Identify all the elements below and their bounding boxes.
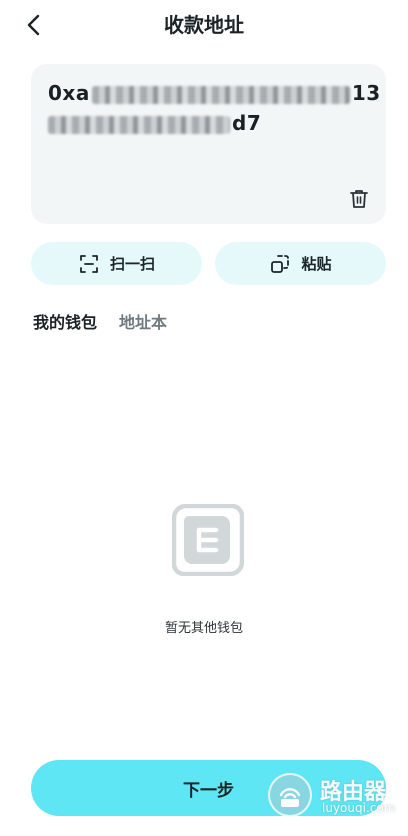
scan-icon (80, 254, 98, 273)
address-line-2: d7 (48, 110, 261, 136)
redacted-address-segment (91, 85, 350, 104)
empty-box-icon (172, 504, 244, 576)
paste-icon (271, 254, 290, 273)
empty-state-text: 暂无其他钱包 (164, 621, 243, 636)
trash-icon (350, 190, 368, 208)
tab-address-book[interactable]: 地址本 (119, 312, 167, 334)
header: 收款地址 (0, 0, 408, 52)
page-title: 收款地址 (164, 13, 244, 37)
paste-label: 粘贴 (301, 255, 332, 273)
address-input-card[interactable]: 0xa 13 d7 (31, 64, 386, 224)
scan-button[interactable]: 扫一扫 (31, 242, 202, 285)
clear-address-button[interactable] (348, 188, 370, 210)
address-suffix-line2: d7 (232, 111, 262, 135)
next-button-label: 下一步 (183, 780, 234, 801)
redacted-address-segment (48, 115, 230, 134)
scan-label: 扫一扫 (109, 255, 155, 273)
wallet-tabs: 我的钱包 地址本 (33, 312, 167, 334)
address-suffix-line1: 13 (351, 81, 381, 105)
tab-my-wallets[interactable]: 我的钱包 (33, 312, 97, 334)
address-prefix: 0xa (48, 81, 90, 105)
address-line-1: 0xa 13 (48, 80, 381, 106)
paste-button[interactable]: 粘贴 (215, 242, 386, 285)
next-button[interactable]: 下一步 (31, 760, 386, 816)
